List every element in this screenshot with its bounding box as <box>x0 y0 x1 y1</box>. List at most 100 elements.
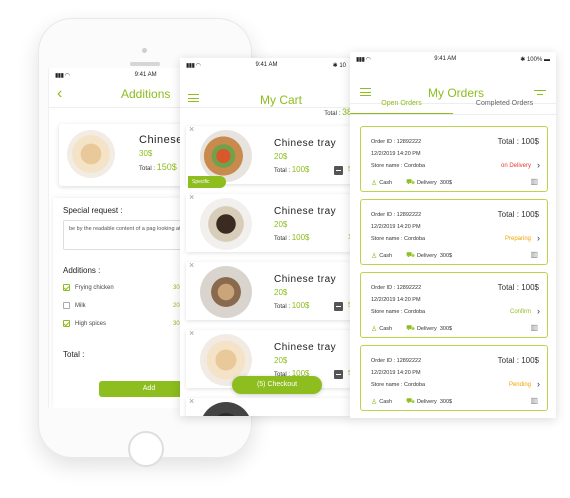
map-icon[interactable]: ▥ <box>530 250 538 259</box>
order-status: Preparing <box>504 236 531 242</box>
order-card[interactable]: Order ID : 12892222 Total : 100$ 12/2/20… <box>360 199 548 265</box>
order-total: Total : 100$ <box>497 210 539 219</box>
delivery-truck-icon: ⛟ <box>406 179 415 186</box>
remove-item-icon[interactable]: × <box>189 192 194 202</box>
order-card[interactable]: Order ID : 12892222 Total : 100$ 12/2/20… <box>360 345 548 411</box>
decrease-quantity-icon[interactable] <box>334 370 343 379</box>
item-price: 30$ <box>139 149 153 158</box>
battery-level: 10 <box>339 62 346 69</box>
order-store: Store name : Cordoba <box>371 163 426 169</box>
item-price: 20$ <box>274 220 288 229</box>
food-image <box>200 266 252 318</box>
item-name: Chinese <box>139 134 183 146</box>
order-card[interactable]: Order ID : 12892222 Total : 100$ 12/2/20… <box>360 272 548 338</box>
special-request-label: Special request : <box>63 206 123 215</box>
delivery-label: Delivery <box>416 179 437 186</box>
item-price: 20$ <box>274 356 288 365</box>
payment-method: Cash <box>379 325 393 332</box>
hamburger-menu-icon[interactable] <box>188 94 199 102</box>
cart-item[interactable]: × <box>186 396 352 416</box>
order-status: Pending <box>508 382 531 388</box>
cart-screen: ▮▮▮ ◠ 9:41 AM ✱ 10 My Cart Total : 38 × … <box>180 58 352 416</box>
item-total-label: Total : <box>274 236 291 242</box>
signal-wifi-icon: ▮▮▮ ◠ <box>356 56 371 63</box>
showcase-stage: ▮▮▮ ◠ 9:41 AM ‹ Additions Chinese 30$ To… <box>0 0 570 498</box>
status-time: 9:41 AM <box>434 56 457 62</box>
decrease-quantity-icon[interactable] <box>334 166 343 175</box>
order-meta: ♙ Cash ⛟ Delivery 300$ <box>371 251 452 260</box>
item-total-label: Total : <box>274 304 291 310</box>
checkbox-unchecked-icon[interactable] <box>63 302 70 309</box>
order-id: Order ID : 12892222 <box>371 139 422 145</box>
remove-item-icon[interactable]: × <box>189 124 194 134</box>
order-store: Store name : Cordoba <box>371 309 426 315</box>
item-total-value: 100$ <box>291 233 310 242</box>
tab-completed-orders[interactable]: Completed Orders <box>453 96 556 114</box>
item-total: Total : 100$ <box>274 301 309 310</box>
front-camera <box>142 48 147 53</box>
delivery-truck-icon: ⛟ <box>406 325 415 332</box>
order-status: Confirm <box>509 309 531 315</box>
order-status: on Delivery <box>500 163 531 169</box>
chevron-right-icon[interactable]: › <box>537 379 540 389</box>
delivery-truck-icon: ⛟ <box>406 252 415 259</box>
orders-tabs: Open Orders Completed Orders <box>350 96 556 114</box>
order-store: Store name : Cordoba <box>371 236 426 242</box>
item-total-label: Total : <box>274 168 291 174</box>
total-label: Total : <box>63 350 85 359</box>
battery-level: 100% <box>526 56 543 63</box>
hamburger-menu-icon[interactable] <box>360 88 371 96</box>
delivery-label: Delivery <box>416 325 437 332</box>
delivery-fee: 300$ <box>439 179 453 186</box>
delivery-fee: 300$ <box>439 325 453 332</box>
item-total: Total : 100$ <box>274 233 309 242</box>
tab-divider <box>350 114 556 115</box>
order-id: Order ID : 12892222 <box>371 212 422 218</box>
chevron-right-icon[interactable]: › <box>537 306 540 316</box>
order-store: Store name : Cordoba <box>371 382 426 388</box>
item-name: Chinese tray <box>274 206 337 217</box>
status-time: 9:41 AM <box>255 62 278 68</box>
map-icon[interactable]: ▥ <box>530 323 538 332</box>
payment-method: Cash <box>379 252 393 259</box>
tab-open-orders[interactable]: Open Orders <box>350 96 453 114</box>
home-button[interactable] <box>128 431 164 467</box>
item-total-value: 150$ <box>156 162 177 172</box>
delivery-label: Delivery <box>416 398 437 405</box>
item-total-label: Total : <box>139 166 156 172</box>
status-time: 9:41 AM <box>134 72 157 78</box>
earpiece-speaker <box>130 62 160 66</box>
status-bar: ▮▮▮ ◠ 9:41 AM ✱ 100% ▬ <box>350 52 556 66</box>
delivery-label: Delivery <box>416 252 437 259</box>
cart-item[interactable]: × Chinese tray 20$ Total : 100$ 5 Ec <box>186 260 352 320</box>
chevron-right-icon[interactable]: › <box>537 160 540 170</box>
cart-item[interactable]: × Chinese tray 20$ Total : 100$ 1 Ec <box>186 192 352 252</box>
order-date: 12/2/2019 14:20 PM <box>371 224 421 230</box>
signal-wifi-icon: ▮▮▮ ◠ <box>186 62 201 69</box>
additions-label: Additions : <box>63 266 101 275</box>
chevron-right-icon[interactable]: › <box>537 233 540 243</box>
checkbox-checked-icon[interactable] <box>63 320 70 327</box>
back-arrow-icon[interactable]: ‹ <box>57 85 62 103</box>
cash-icon: ♙ <box>371 252 378 260</box>
order-date: 12/2/2019 14:20 PM <box>371 151 421 157</box>
order-total: Total : 100$ <box>497 356 539 365</box>
cash-icon: ♙ <box>371 179 378 187</box>
food-image <box>200 402 252 416</box>
item-price: 20$ <box>274 288 288 297</box>
remove-item-icon[interactable]: × <box>189 328 194 338</box>
food-image <box>200 198 252 250</box>
order-total: Total : 100$ <box>497 283 539 292</box>
checkbox-checked-icon[interactable] <box>63 284 70 291</box>
remove-item-icon[interactable]: × <box>189 260 194 270</box>
order-card[interactable]: Order ID : 12892222 Total : 100$ 12/2/20… <box>360 126 548 192</box>
checkout-button[interactable]: (5) Checkout <box>232 376 322 394</box>
cart-total: Total : 38 <box>324 107 352 117</box>
map-icon[interactable]: ▥ <box>530 177 538 186</box>
order-meta: ♙ Cash ⛟ Delivery 300$ <box>371 397 452 406</box>
remove-item-icon[interactable]: × <box>189 396 194 406</box>
addition-label: Milk <box>75 302 86 309</box>
map-icon[interactable]: ▥ <box>530 396 538 405</box>
specific-badge[interactable]: Specific <box>188 176 226 188</box>
decrease-quantity-icon[interactable] <box>334 302 343 311</box>
